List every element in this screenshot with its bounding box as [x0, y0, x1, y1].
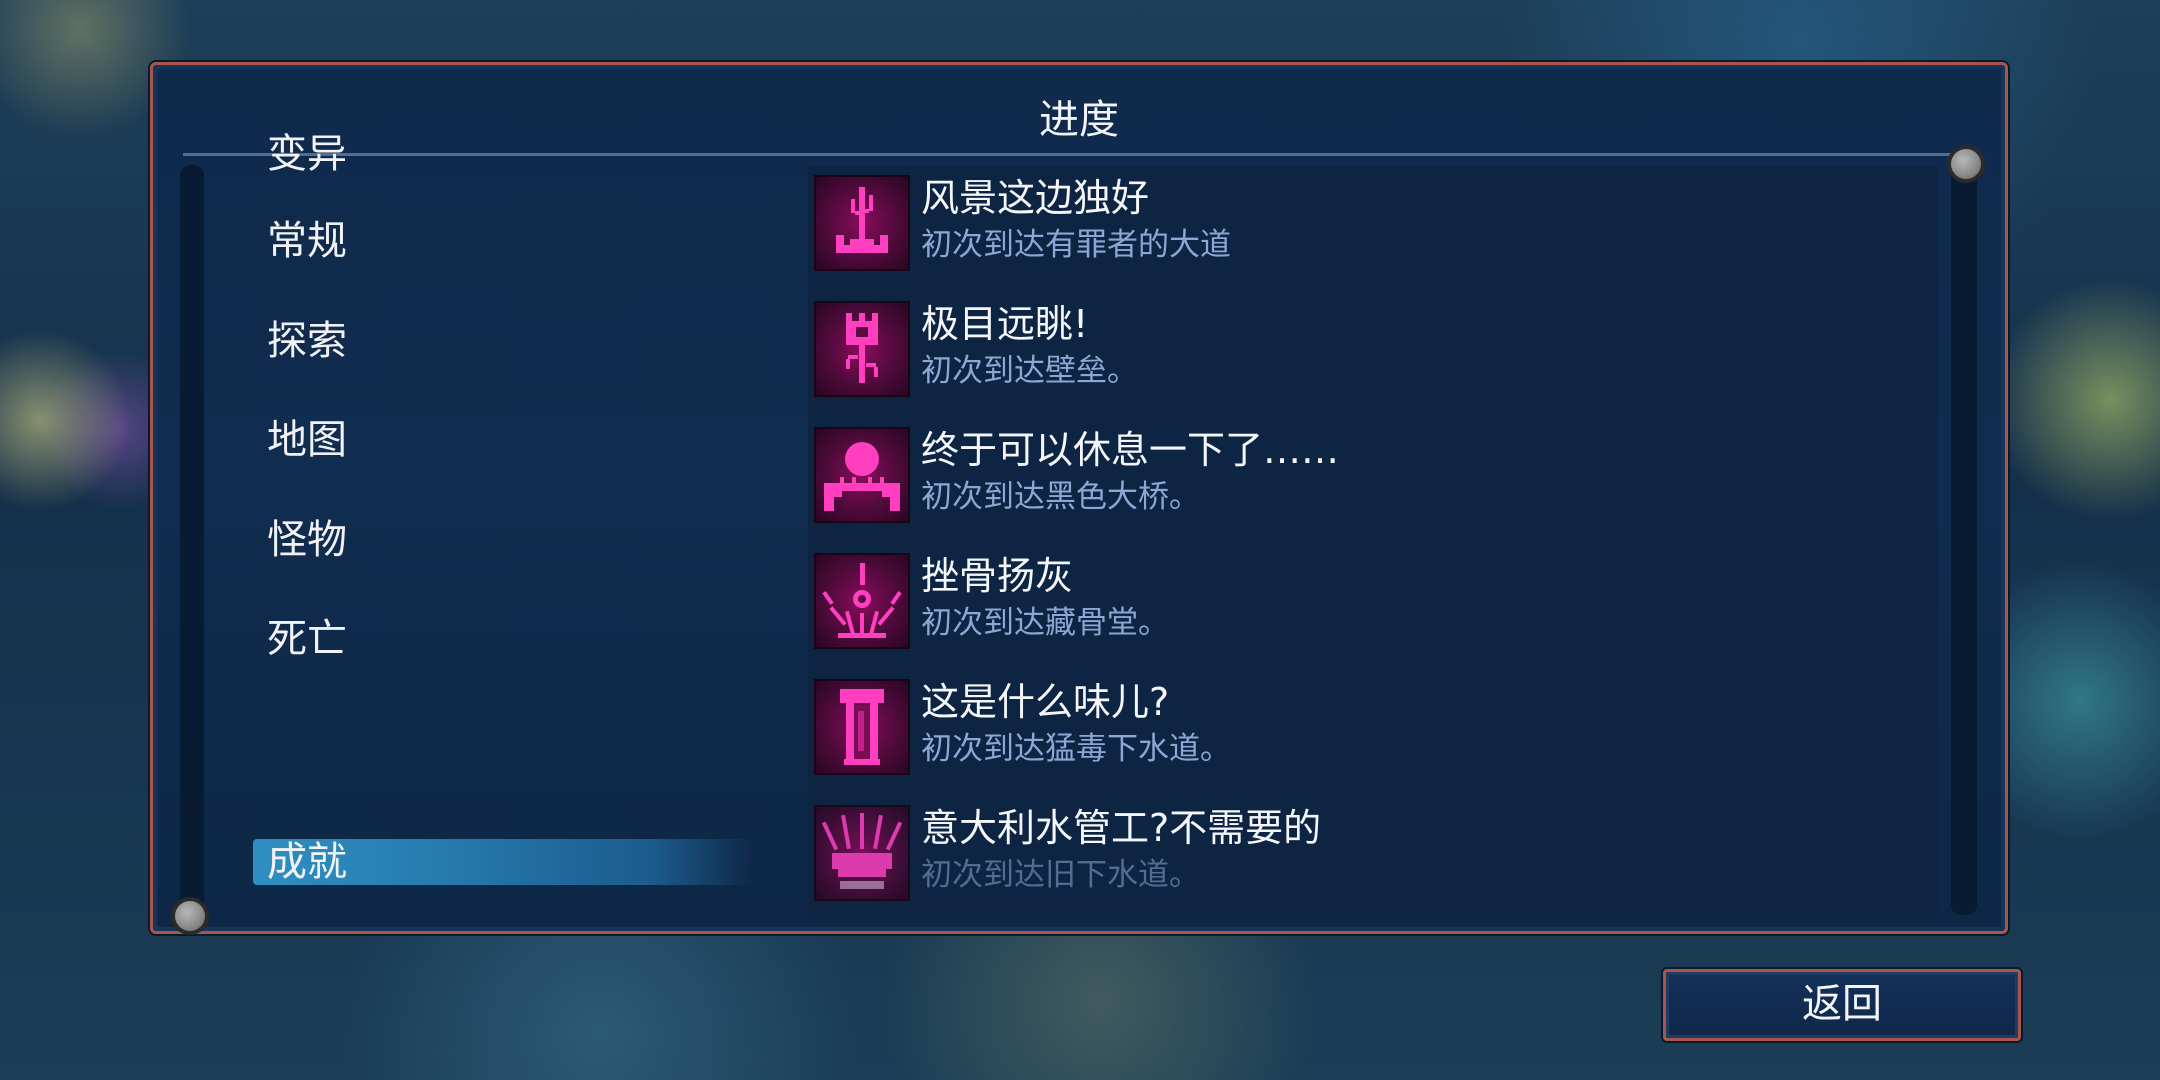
achievement-description: 初次到达黑色大桥。 [921, 479, 1200, 515]
category-scroll-track[interactable] [180, 165, 204, 915]
achievement-title: 风景这边独好 [921, 176, 1150, 220]
category-monsters[interactable]: 怪物 [267, 516, 347, 564]
back-button[interactable]: 返回 [1663, 969, 2021, 1041]
achievement-title: 这是什么味儿? [921, 680, 1170, 724]
achievement-row[interactable]: 挫骨扬灰 初次到达藏骨堂。 [808, 551, 1938, 677]
achievement-description: 初次到达有罪者的大道 [921, 227, 1231, 263]
achievement-row[interactable]: 这是什么味儿? 初次到达猛毒下水道。 [808, 677, 1938, 803]
tower-spire-icon [814, 175, 910, 271]
achievement-row[interactable]: 终于可以休息一下了…… 初次到达黑色大桥。 [808, 425, 1938, 551]
achievement-description: 初次到达藏骨堂。 [921, 605, 1169, 641]
achievement-row[interactable]: 极目远眺! 初次到达壁垒。 [808, 299, 1938, 425]
old-sewer-icon [814, 805, 910, 901]
achievement-title: 极目远眺! [921, 302, 1089, 346]
progress-panel: 进度 变异 常规 探索 地图 怪物 死亡 成就 风景这边独好 初次到达有罪者的大… [150, 62, 2008, 935]
achievement-scrollbar[interactable] [1951, 165, 1977, 915]
achievement-title: 意大利水管工?不需要的 [921, 806, 1322, 850]
achievement-row[interactable]: 意大利水管工?不需要的 初次到达旧下水道。 [808, 803, 1938, 929]
corner-rivet-icon [171, 897, 209, 935]
category-exploration[interactable]: 探索 [267, 317, 347, 365]
category-deaths[interactable]: 死亡 [267, 615, 347, 663]
achievement-title: 挫骨扬灰 [921, 554, 1074, 598]
category-mutations[interactable]: 变异 [267, 130, 347, 178]
panel-title: 进度 [1039, 97, 1119, 143]
title-divider [183, 153, 1973, 156]
category-general[interactable]: 常规 [267, 217, 347, 265]
category-achievements[interactable]: 成就 [253, 839, 753, 885]
ossuary-burst-icon [814, 553, 910, 649]
bridge-sun-icon [814, 427, 910, 523]
achievement-title: 终于可以休息一下了…… [921, 428, 1340, 472]
achievement-description: 初次到达壁垒。 [921, 353, 1138, 389]
achievement-row[interactable]: 风景这边独好 初次到达有罪者的大道 [808, 173, 1938, 299]
category-map[interactable]: 地图 [267, 416, 347, 464]
achievement-description: 初次到达旧下水道。 [921, 857, 1200, 893]
achievement-list: 风景这边独好 初次到达有罪者的大道 极目远眺! 初次到达壁垒。 终于可以休息一下… [808, 167, 1938, 919]
rampart-tower-icon [814, 301, 910, 397]
corner-rivet-icon [1947, 145, 1985, 183]
achievement-description: 初次到达猛毒下水道。 [921, 731, 1231, 767]
sewer-pipe-icon [814, 679, 910, 775]
